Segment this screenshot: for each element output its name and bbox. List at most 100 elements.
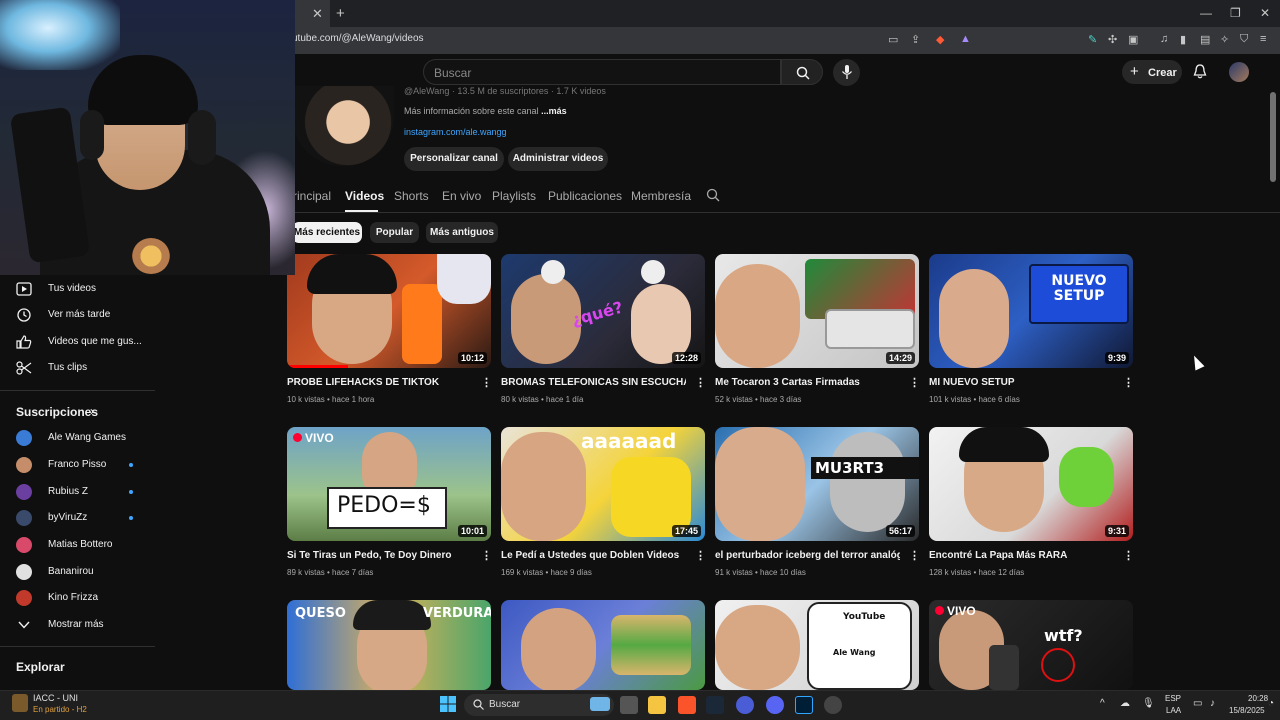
restore-icon[interactable]: ❐	[1230, 6, 1241, 20]
sidebar-toggle-icon[interactable]: ▮	[1180, 33, 1186, 46]
video-thumbnail[interactable]: 14:29	[715, 254, 919, 368]
sidebar-item-liked-videos[interactable]: Videos que me gus...	[16, 332, 151, 352]
photoshop-icon[interactable]	[795, 696, 813, 714]
video-card-7[interactable]: MU3RT3 56:17 el perturbador iceberg del …	[715, 427, 920, 587]
video-title[interactable]: Me Tocaron 3 Cartas Firmadas	[715, 377, 900, 388]
video-title[interactable]: el perturbador iceberg del terror analóg…	[715, 550, 900, 561]
tab-posts[interactable]: Publicaciones	[548, 189, 622, 203]
video-thumbnail[interactable]: MU3RT3 56:17	[715, 427, 919, 541]
rewards-icon[interactable]: ▲	[960, 33, 971, 45]
video-thumbnail[interactable]: NUEVO SETUP 9:39	[929, 254, 1133, 368]
screenshot-icon[interactable]: ▣	[1128, 33, 1138, 46]
video-card-3[interactable]: 14:29 Me Tocaron 3 Cartas Firmadas 52 k …	[715, 254, 920, 414]
clock-time[interactable]: 20:28	[1248, 694, 1268, 703]
sidebar-item-clips[interactable]: Tus clips	[16, 358, 151, 378]
game-icon[interactable]	[12, 694, 28, 712]
more-options-icon[interactable]: ⋮	[909, 549, 920, 562]
tab-membership[interactable]: Membresía	[631, 189, 691, 203]
video-title[interactable]: Le Pedí a Ustedes que Doblen Videos	[501, 550, 686, 561]
more-options-icon[interactable]: ⋮	[695, 549, 706, 562]
channel-search-icon[interactable]	[706, 188, 720, 202]
video-thumbnail[interactable]: PEDO=$ VIVO 10:01	[287, 427, 491, 541]
channel-external-link[interactable]: instagram.com/ale.wangg	[404, 127, 507, 137]
video-title[interactable]: BROMAS TELEFONICAS SIN ESCUCHAR	[501, 377, 686, 388]
notification-bell-icon[interactable]: ◔	[1268, 698, 1274, 709]
chevron-up-icon[interactable]: ^	[1100, 698, 1105, 709]
vpn-icon[interactable]: ⛉	[1240, 33, 1248, 46]
video-thumbnail-10[interactable]	[501, 600, 705, 690]
browser-tab[interactable]	[292, 0, 330, 27]
user-avatar[interactable]	[1229, 62, 1249, 82]
video-card-5[interactable]: PEDO=$ VIVO 10:01 Si Te Tiras un Pedo, T…	[287, 427, 492, 587]
video-title[interactable]: Si Te Tiras un Pedo, Te Doy Dinero	[287, 550, 472, 561]
subscription-item[interactable]: Bananirou	[16, 562, 151, 582]
menu-icon[interactable]: ≡	[1260, 33, 1266, 45]
video-title[interactable]: MI NUEVO SETUP	[929, 377, 1114, 388]
extensions-icon[interactable]: ✣	[1108, 33, 1117, 46]
leo-ai-icon[interactable]: ✧	[1220, 33, 1229, 46]
vpn-app-icon[interactable]	[736, 696, 754, 714]
more-options-icon[interactable]: ⋮	[695, 376, 706, 389]
video-thumbnail[interactable]: 9:31	[929, 427, 1133, 541]
chip-oldest[interactable]: Más antiguos	[426, 222, 498, 243]
search-input[interactable]	[423, 59, 781, 85]
tab-live[interactable]: En vivo	[442, 189, 481, 203]
task-view-icon[interactable]	[620, 696, 638, 714]
video-thumbnail[interactable]: aaaaaad 17:45	[501, 427, 705, 541]
translate-icon[interactable]: ✎	[1088, 33, 1097, 46]
tab-videos[interactable]: Videos	[345, 189, 384, 203]
network-icon[interactable]: ▭	[1193, 698, 1202, 709]
more-options-icon[interactable]: ⋮	[1123, 376, 1134, 389]
file-explorer-icon[interactable]	[648, 696, 666, 714]
url-field[interactable]: utube.com/@AleWang/videos	[292, 33, 424, 44]
share-icon[interactable]: ⇪	[911, 33, 920, 46]
video-card-8[interactable]: 9:31 Encontré La Papa Más RARA 128 k vis…	[929, 427, 1134, 587]
sidebar-item-watch-later[interactable]: Ver más tarde	[16, 305, 151, 325]
notifications-bell-icon[interactable]	[1193, 64, 1207, 79]
weather-icon[interactable]	[590, 697, 610, 711]
channel-info-more[interactable]: ...más	[541, 106, 567, 116]
volume-icon[interactable]: ♪	[1210, 698, 1215, 709]
discord-icon[interactable]	[766, 696, 784, 714]
subscription-item[interactable]: byViruZz	[16, 508, 151, 528]
language-indicator[interactable]: ESP	[1165, 694, 1181, 703]
video-thumbnail[interactable]: 10:12	[287, 254, 491, 368]
channel-info-link[interactable]: Más información sobre este canal ...más	[404, 106, 567, 116]
sidebar-item-your-videos[interactable]: Tus videos	[16, 279, 151, 299]
chip-popular[interactable]: Popular	[370, 222, 419, 243]
video-thumbnail-9[interactable]: QUESO VERDURA	[287, 600, 491, 690]
subscription-item[interactable]: Matias Bottero	[16, 535, 151, 555]
subscription-item[interactable]: Rubius Z	[16, 482, 151, 502]
subscription-item[interactable]: Franco Pisso	[16, 455, 151, 475]
search-button[interactable]	[781, 59, 823, 85]
more-options-icon[interactable]: ⋮	[481, 376, 492, 389]
customize-channel-button[interactable]: Personalizar canal	[404, 147, 504, 171]
video-title[interactable]: PROBÉ LIFEHACKS DE TIKTOK	[287, 377, 472, 388]
voice-search-button[interactable]	[833, 59, 860, 86]
mic-icon[interactable]: 🎙	[1142, 698, 1155, 709]
music-icon[interactable]: ♫	[1160, 33, 1168, 45]
tab-playlists[interactable]: Playlists	[492, 189, 536, 203]
show-more-button[interactable]: Mostrar más	[16, 615, 151, 635]
steam-icon[interactable]	[706, 696, 724, 714]
tab-shorts[interactable]: Shorts	[394, 189, 429, 203]
chip-latest[interactable]: Más recientes	[292, 222, 362, 243]
video-thumbnail-12[interactable]: wtf? VIVO	[929, 600, 1133, 690]
video-title[interactable]: Encontré La Papa Más RARA	[929, 550, 1114, 561]
video-card-1[interactable]: 10:12 PROBÉ LIFEHACKS DE TIKTOK 10 k vis…	[287, 254, 492, 414]
minimize-icon[interactable]: —	[1200, 6, 1212, 20]
more-options-icon[interactable]: ⋮	[1123, 549, 1134, 562]
subscription-item[interactable]: Ale Wang Games	[16, 428, 151, 448]
wallet-icon[interactable]: ▤	[1200, 33, 1210, 46]
manage-videos-button[interactable]: Administrar videos	[508, 147, 608, 171]
cloud-icon[interactable]: ☁	[1120, 698, 1130, 709]
subscriptions-heading-link[interactable]: Suscripciones ›	[16, 404, 156, 421]
video-thumbnail-11[interactable]: YouTube Ale Wang	[715, 600, 919, 690]
video-card-4[interactable]: NUEVO SETUP 9:39 MI NUEVO SETUP 101 k vi…	[929, 254, 1134, 414]
new-tab-icon[interactable]: +	[336, 5, 345, 22]
windows-start-icon[interactable]	[440, 696, 456, 712]
video-card-2[interactable]: ¿qué? 12:28 BROMAS TELEFONICAS SIN ESCUC…	[501, 254, 706, 414]
video-thumbnail[interactable]: ¿qué? 12:28	[501, 254, 705, 368]
more-options-icon[interactable]: ⋮	[481, 549, 492, 562]
close-tab-icon[interactable]: ✕	[312, 6, 323, 22]
